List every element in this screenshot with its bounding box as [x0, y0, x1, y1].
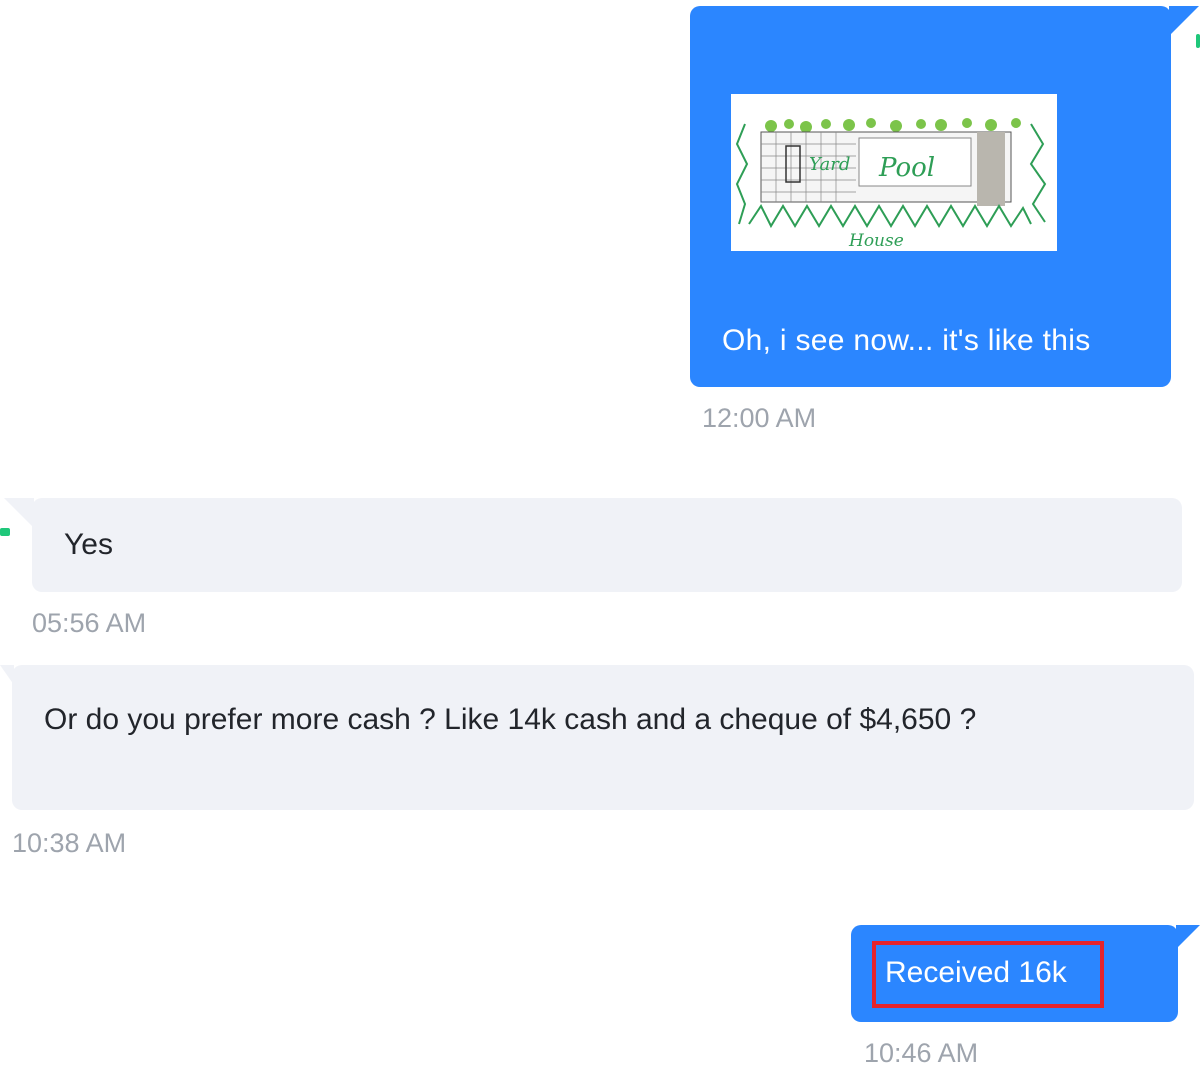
incoming-message-bubble[interactable]: Yes: [32, 498, 1182, 592]
message-text: Received 16k: [885, 956, 1067, 989]
bubble-tail: [1176, 925, 1200, 949]
incoming-message-bubble[interactable]: Or do you prefer more cash ? Like 14k ca…: [12, 665, 1194, 810]
svg-text:Yard: Yard: [809, 154, 850, 175]
message-timestamp: 10:46 AM: [864, 1038, 979, 1068]
svg-text:Pool: Pool: [878, 153, 935, 183]
message-text: Or do you prefer more cash ? Like 14k ca…: [44, 703, 977, 736]
bubble-tail: [1169, 6, 1199, 36]
status-indicator-icon: [1196, 34, 1200, 48]
svg-text:House: House: [848, 231, 904, 251]
message-timestamp: 05:56 AM: [32, 608, 147, 638]
bubble-tail: [4, 498, 34, 528]
outgoing-message-bubble[interactable]: Received 16k: [851, 925, 1178, 1022]
status-indicator-icon: [0, 528, 10, 536]
message-text: Oh, i see now... it's like this: [722, 324, 1091, 357]
message-text: Yes: [64, 528, 113, 561]
message-timestamp: 12:00 AM: [702, 403, 817, 433]
outgoing-message-bubble[interactable]: Pool Yard House Oh, i see now... it's li…: [690, 6, 1171, 387]
pool-sketch-image: Pool Yard House: [731, 94, 1057, 251]
image-attachment[interactable]: Pool Yard House: [731, 94, 1057, 251]
message-timestamp: 10:38 AM: [12, 828, 127, 858]
